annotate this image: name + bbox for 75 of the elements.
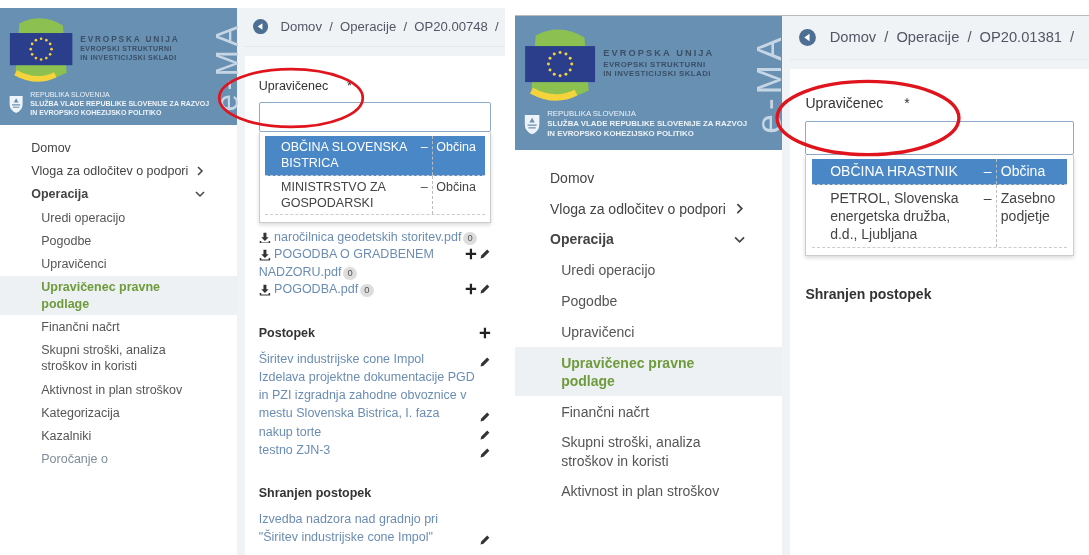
- plus-icon[interactable]: [465, 248, 477, 261]
- nav-item[interactable]: Finančni načrt: [515, 396, 782, 428]
- pencil-icon[interactable]: [479, 248, 492, 261]
- download-icon: [258, 231, 271, 244]
- count-badge: 0: [463, 231, 477, 245]
- breadcrumb-separator: /: [329, 18, 333, 37]
- dropdown-option[interactable]: PETROL, Slovenska energetska družba, d.d., Ljubljana – Zasebno podjetje: [812, 185, 1067, 248]
- nav-item[interactable]: Finančni načrt: [0, 315, 237, 339]
- nav-item[interactable]: Domov: [515, 162, 782, 194]
- pencil-icon[interactable]: [479, 283, 492, 296]
- input-field[interactable]: [805, 121, 1074, 155]
- nav-item[interactable]: Kazalniki: [0, 424, 237, 448]
- section-title: Shranjen postopek: [805, 284, 933, 304]
- procedure-link[interactable]: testno ZJN-3: [258, 440, 331, 459]
- brand-logo-text: e-MA: [212, 21, 244, 112]
- breadcrumb-link[interactable]: Domov: [829, 26, 877, 49]
- section-title: Shranjen postopek: [258, 484, 373, 502]
- nav-item[interactable]: Skupni stroški, analiza stroškov in koristi: [515, 427, 782, 476]
- procedure-link[interactable]: Širitev industrijske cone Impol: [258, 350, 425, 369]
- breadcrumb-separator: /: [403, 18, 408, 37]
- nav-item[interactable]: Poročanje o: [0, 447, 237, 471]
- count-badge: 0: [360, 284, 374, 298]
- nav-item[interactable]: Skupni stroški, analiza stroškov in koristi: [0, 338, 237, 378]
- nav-item[interactable]: Pogodbe: [0, 229, 237, 253]
- input-field[interactable]: [258, 102, 492, 133]
- dropdown-option[interactable]: MINISTRSTVO ZA GOSPODARSKI – Občina: [264, 175, 486, 216]
- back-icon[interactable]: [252, 19, 268, 35]
- breadcrumb-separator: /: [884, 28, 889, 48]
- breadcrumb-link[interactable]: Domov: [280, 17, 322, 37]
- plus-icon[interactable]: [479, 327, 492, 340]
- download-icon: [258, 249, 271, 261]
- dropdown-option[interactable]: OBČINA SLOVENSKA BISTRICA – Občina: [264, 135, 486, 176]
- field-label: Upravičenec: [258, 78, 329, 96]
- plus-icon[interactable]: [465, 283, 477, 296]
- nav-item[interactable]: Upravičenci: [0, 252, 237, 276]
- breadcrumb-link[interactable]: OP20.00748: [414, 17, 488, 37]
- file-link[interactable]: POGODBA.pdf 0: [258, 281, 374, 299]
- download-icon: [258, 284, 271, 296]
- nav-item[interactable]: Kategorizacija: [0, 401, 237, 425]
- breadcrumb-separator: /: [495, 18, 499, 37]
- nav-item[interactable]: Uredi operacijo: [515, 254, 782, 286]
- file-link[interactable]: naročilnica geodetskih storitev.pdf 0: [258, 228, 477, 247]
- pencil-icon[interactable]: [479, 428, 492, 441]
- breadcrumb-link[interactable]: OP20.01381: [979, 26, 1063, 49]
- nav-item[interactable]: Aktivnost in plan stroškov: [0, 378, 237, 402]
- crest-icon: [523, 112, 542, 136]
- dropdown-option[interactable]: OBČINA HRASTNIK – Občina: [812, 159, 1067, 186]
- crest-icon: [8, 93, 25, 114]
- nav-item[interactable]: Vloga za odločitev o podpori: [0, 159, 237, 183]
- pencil-icon[interactable]: [479, 446, 492, 459]
- brand-logo-text: e-MA: [750, 32, 786, 134]
- eu-flag-icon: [8, 15, 75, 82]
- procedure-link[interactable]: Izvedba nadzora nad gradnjo pri "Širitev industrijske cone Impol": [258, 510, 480, 547]
- nav-item[interactable]: Pogodbe: [515, 285, 782, 317]
- required-mark: *: [904, 94, 910, 114]
- pencil-icon[interactable]: [479, 410, 492, 423]
- file-link[interactable]: POGODBA O GRADBENEM NADZORU.pdf 0: [258, 246, 465, 282]
- nav-item[interactable]: Domov: [0, 136, 237, 160]
- nav-item[interactable]: Operacija: [0, 182, 237, 206]
- nav-item[interactable]: Vloga za odločitev o podpori: [515, 193, 782, 225]
- pencil-icon[interactable]: [479, 356, 492, 369]
- count-badge: 0: [343, 266, 357, 280]
- field-label: Upravičenec: [805, 94, 884, 114]
- pencil-icon[interactable]: [479, 534, 492, 547]
- breadcrumb-link[interactable]: Operacije: [340, 17, 397, 37]
- nav-item[interactable]: Upravičenci: [515, 316, 782, 348]
- nav-item[interactable]: Aktivnost in plan stroškov: [515, 476, 782, 507]
- nav-item[interactable]: Uredi operacijo: [0, 206, 237, 230]
- nav-item[interactable]: Operacija: [515, 224, 782, 255]
- breadcrumb-separator: /: [967, 28, 972, 48]
- breadcrumb-link[interactable]: Operacije: [896, 26, 960, 49]
- section-title: Postopek: [258, 324, 315, 342]
- procedure-link[interactable]: nakup torte: [258, 422, 322, 441]
- breadcrumb-separator: /: [1070, 28, 1075, 48]
- back-icon[interactable]: [798, 28, 816, 46]
